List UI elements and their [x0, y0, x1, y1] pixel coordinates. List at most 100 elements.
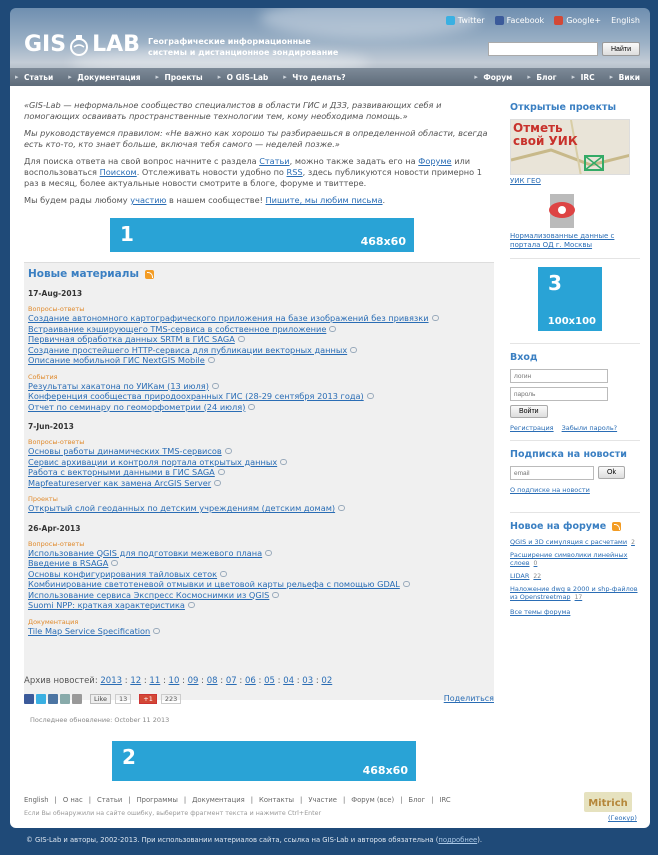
like-button[interactable]: Like — [90, 694, 111, 704]
news-item[interactable]: Открытый слой геоданных по детским учреж… — [28, 503, 488, 514]
archive-year-link[interactable]: 10 — [169, 676, 180, 686]
link-participation[interactable]: участию — [130, 195, 166, 205]
link-search[interactable]: Поиском — [100, 167, 137, 177]
search-input[interactable] — [488, 42, 598, 56]
news-category[interactable]: События — [28, 373, 488, 381]
share-link[interactable]: Поделиться — [444, 694, 494, 703]
news-item[interactable]: Конференция сообщества природоохранных Г… — [28, 391, 488, 402]
nav-item-irc[interactable]: IRC — [567, 73, 605, 82]
footer-nav-item[interactable]: Контакты — [259, 796, 294, 804]
email-field[interactable] — [510, 466, 594, 480]
news-item[interactable]: Введение в RSAGA — [28, 558, 488, 569]
footer-nav-item[interactable]: Участие — [308, 796, 337, 804]
archive-year-link[interactable]: 09 — [188, 676, 199, 686]
all-forum-topics-link[interactable]: Все темы форума — [510, 608, 640, 616]
mitrich-logo[interactable]: Mitrich — [584, 792, 632, 812]
social-googleplus[interactable]: Google+ — [554, 16, 601, 25]
link-write-us[interactable]: Пишите, мы любим письма — [266, 195, 383, 205]
geokur-link[interactable]: (Геокур) — [608, 814, 637, 822]
footer-nav-item[interactable]: English — [24, 796, 49, 804]
password-field[interactable] — [510, 387, 608, 401]
about-subscription-link[interactable]: О подписке на новости — [510, 486, 640, 494]
archive-year-link[interactable]: 06 — [245, 676, 256, 686]
copyright-more-link[interactable]: подробнее — [438, 836, 477, 844]
nav-item-projects[interactable]: Проекты — [151, 73, 213, 82]
news-item[interactable]: Suomi NPP: краткая характеристика — [28, 600, 488, 611]
mail-share-icon[interactable] — [72, 694, 82, 704]
archive-year-link[interactable]: 05 — [264, 676, 275, 686]
link-rss[interactable]: RSS — [287, 167, 303, 177]
footer-nav-item[interactable]: IRC — [439, 796, 450, 804]
login-field[interactable] — [510, 369, 608, 383]
footer-nav-item[interactable]: Форум (все) — [351, 796, 394, 804]
news-category[interactable]: Документация — [28, 618, 488, 626]
nav-item-forum[interactable]: Форум — [469, 73, 522, 82]
news-item[interactable]: Комбинирование светотеневой отмывки и цв… — [28, 579, 488, 590]
news-category[interactable]: Вопросы-ответы — [28, 540, 488, 548]
news-item[interactable]: Использование сервиса Экспресс Космосним… — [28, 590, 488, 601]
banner-2[interactable]: 2 468x60 — [112, 741, 416, 781]
forum-topic[interactable]: Расширение символики линейных слоев 0 — [510, 551, 640, 568]
news-item[interactable]: Использование QGIS для подготовки межево… — [28, 548, 488, 559]
archive-year-link[interactable]: 04 — [283, 676, 294, 686]
news-item[interactable]: Основы конфигурирования тайловых сеток — [28, 569, 488, 580]
language-english[interactable]: English — [611, 16, 640, 25]
site-logo[interactable]: GIS LAB — [24, 32, 140, 57]
uik-project-image[interactable]: Отметь свой УИК — [510, 119, 630, 175]
news-item[interactable]: Mapfeatureserver как замена ArcGIS Serve… — [28, 478, 488, 489]
news-category[interactable]: Проекты — [28, 495, 488, 503]
news-item[interactable]: Первичная обработка данных SRTM в ГИС SA… — [28, 334, 488, 345]
rss-icon[interactable] — [612, 522, 622, 531]
link-articles[interactable]: Статьи — [259, 156, 289, 166]
news-item[interactable]: Отчет по семинару по геоморфометрии (24 … — [28, 402, 488, 413]
nav-item-articles[interactable]: Статьи — [10, 73, 63, 82]
news-item[interactable]: Основы работы динамических TMS-сервисов — [28, 446, 488, 457]
search-button[interactable]: Найти — [602, 42, 640, 56]
archive-year-link[interactable]: 03 — [302, 676, 313, 686]
news-item[interactable]: Описание мобильной ГИС NextGIS Mobile — [28, 355, 488, 366]
lj-share-icon[interactable] — [60, 694, 70, 704]
forum-topic[interactable]: Наложение dwg в 2000 и shp-файлов из Ope… — [510, 585, 640, 602]
archive-year-link[interactable]: 2013 — [100, 676, 122, 686]
nav-item-about[interactable]: О GIS-Lab — [213, 73, 279, 82]
nav-item-docs[interactable]: Документация — [63, 73, 150, 82]
archive-year-link[interactable]: 07 — [226, 676, 237, 686]
news-item[interactable]: Встраивание кэширующего TMS-сервиса в со… — [28, 324, 488, 335]
news-category[interactable]: Вопросы-ответы — [28, 438, 488, 446]
news-item[interactable]: Создание автономного картографического п… — [28, 313, 488, 324]
archive-year-link[interactable]: 08 — [207, 676, 218, 686]
footer-nav-item[interactable]: Статьи — [97, 796, 122, 804]
rss-icon[interactable] — [144, 269, 154, 279]
news-item[interactable]: Создание простейшего HTTP-сервиса для пу… — [28, 345, 488, 356]
news-item[interactable]: Результаты хакатона по УИКам (13 июля) — [28, 381, 488, 392]
nav-item-wiki[interactable]: Вики — [605, 73, 650, 82]
forum-topic[interactable]: QGIS и 3D симуляция с расчетами 2 — [510, 538, 640, 547]
forgot-password-link[interactable]: Забыли пароль? — [562, 424, 618, 432]
social-twitter[interactable]: Twitter — [445, 16, 485, 25]
banner-1[interactable]: 1 468x60 — [110, 218, 414, 252]
news-item[interactable]: Tile Map Service Specification — [28, 626, 488, 637]
link-forum[interactable]: Форуме — [418, 156, 451, 166]
normalized-data-link[interactable]: Нормализованные данные с портала ОД г. М… — [510, 232, 630, 250]
news-category[interactable]: Вопросы-ответы — [28, 305, 488, 313]
news-item[interactable]: Работа с векторными данными в ГИС SAGA — [28, 467, 488, 478]
nav-item-what-to-do[interactable]: Что делать? — [278, 73, 355, 82]
archive-year-link[interactable]: 02 — [321, 676, 332, 686]
footer-nav-item[interactable]: Документация — [192, 796, 245, 804]
uik-geo-link[interactable]: УИК ГЕО — [510, 177, 640, 186]
news-item[interactable]: Сервис архивации и контроля портала откр… — [28, 457, 488, 468]
footer-nav-item[interactable]: Программы — [137, 796, 178, 804]
forum-topic[interactable]: LIDAR 22 — [510, 572, 640, 581]
banner-3[interactable]: 3 100x100 — [538, 267, 602, 331]
subscribe-ok-button[interactable]: Ok — [598, 466, 625, 479]
vk-share-icon[interactable] — [48, 694, 58, 704]
facebook-share-icon[interactable] — [24, 694, 34, 704]
footer-nav-item[interactable]: О нас — [63, 796, 83, 804]
social-facebook[interactable]: Facebook — [494, 16, 544, 25]
plusone-button[interactable]: +1 — [139, 694, 157, 704]
footer-nav-item[interactable]: Блог — [408, 796, 425, 804]
twitter-share-icon[interactable] — [36, 694, 46, 704]
archive-year-link[interactable]: 12 — [130, 676, 141, 686]
moscow-open-data-image[interactable] — [542, 192, 582, 230]
archive-year-link[interactable]: 11 — [149, 676, 160, 686]
